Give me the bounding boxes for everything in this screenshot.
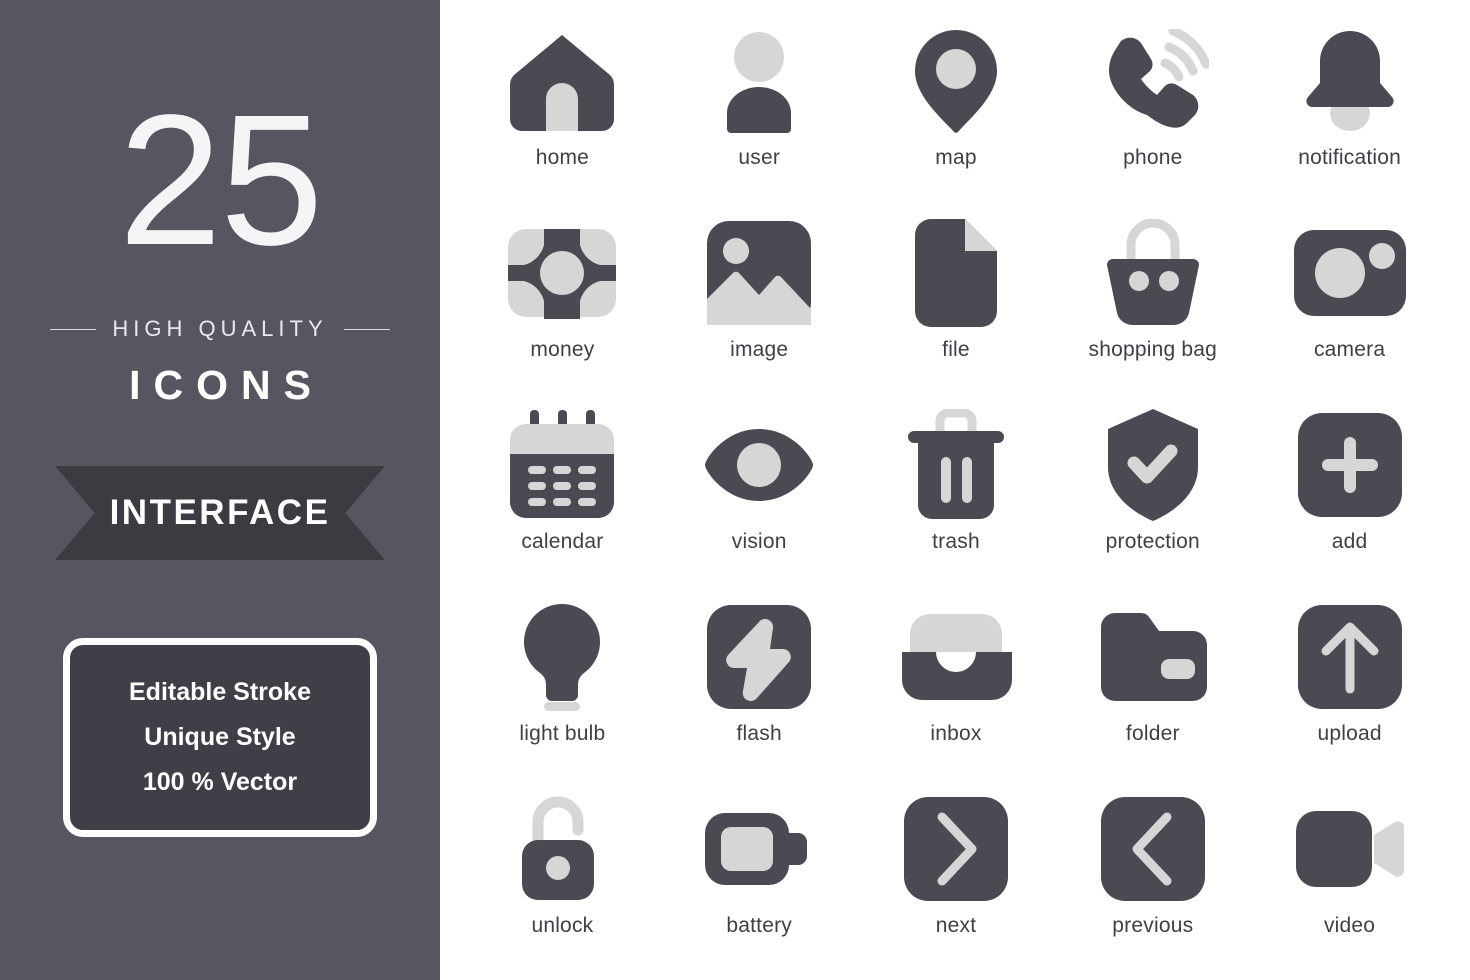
- interface-ribbon: INTERFACE: [55, 466, 385, 560]
- rule-left: [50, 328, 97, 330]
- icon-cell-battery[interactable]: battery: [661, 778, 858, 970]
- icon-cell-home[interactable]: home: [464, 10, 661, 202]
- ribbon-label: INTERFACE: [109, 493, 331, 532]
- map-icon[interactable]: [896, 26, 1016, 136]
- icon-cell-file[interactable]: file: [858, 202, 1055, 394]
- icon-cell-next[interactable]: next: [858, 778, 1055, 970]
- upload-icon[interactable]: [1290, 602, 1410, 712]
- home-icon[interactable]: [502, 26, 622, 136]
- icon-cell-flash[interactable]: flash: [661, 586, 858, 778]
- vision-icon[interactable]: [699, 410, 819, 520]
- icon-label: upload: [1317, 722, 1382, 745]
- promo-line-3: 100 % Vector: [142, 768, 298, 796]
- icon-cell-inbox[interactable]: inbox: [858, 586, 1055, 778]
- icon-label: camera: [1313, 338, 1386, 361]
- icon-cell-previous[interactable]: previous: [1054, 778, 1251, 970]
- tagline-row: HIGH QUALITY: [50, 316, 390, 342]
- rule-right: [343, 328, 390, 330]
- icon-cell-unlock[interactable]: unlock: [464, 778, 661, 970]
- next-icon[interactable]: [896, 794, 1016, 904]
- icon-label: map: [935, 146, 977, 169]
- icon-cell-add[interactable]: add: [1251, 394, 1448, 586]
- calendar-icon[interactable]: [502, 410, 622, 520]
- icon-cell-folder[interactable]: folder: [1054, 586, 1251, 778]
- folder-icon[interactable]: [1093, 602, 1213, 712]
- protection-icon[interactable]: [1093, 409, 1213, 521]
- trash-icon[interactable]: [896, 409, 1016, 520]
- icon-count: 25: [118, 77, 324, 284]
- user-icon[interactable]: [699, 26, 819, 136]
- icon-cell-shopping-bag[interactable]: shopping bag: [1054, 202, 1251, 394]
- icon-cell-notification[interactable]: notification: [1251, 10, 1448, 202]
- previous-icon[interactable]: [1093, 794, 1213, 904]
- icon-label: user: [738, 146, 781, 169]
- icon-label: video: [1323, 914, 1376, 937]
- unlock-icon[interactable]: [502, 794, 622, 904]
- camera-icon[interactable]: [1290, 218, 1410, 328]
- icon-label: light bulb: [519, 722, 606, 745]
- icon-cell-vision[interactable]: vision: [661, 394, 858, 586]
- icon-label: calendar: [521, 530, 604, 553]
- promo-box: Editable Stroke Unique Style 100 % Vecto…: [63, 638, 377, 837]
- icon-cell-upload[interactable]: upload: [1251, 586, 1448, 778]
- sidebar: 25 HIGH QUALITY ICONS INTERFACE Editable…: [0, 0, 440, 980]
- image-icon[interactable]: [699, 218, 819, 328]
- icon-grid: home user map phone notification money i…: [464, 10, 1448, 970]
- video-icon[interactable]: [1290, 794, 1410, 904]
- icon-set-page: 25 HIGH QUALITY ICONS INTERFACE Editable…: [0, 0, 1470, 980]
- inbox-icon[interactable]: [896, 602, 1016, 712]
- icon-cell-protection[interactable]: protection: [1054, 394, 1251, 586]
- icons-word: ICONS: [129, 362, 324, 408]
- light-bulb-icon[interactable]: [502, 602, 622, 712]
- icon-cell-image[interactable]: image: [661, 202, 858, 394]
- promo-line-2: Unique Style: [144, 723, 296, 751]
- icon-label: flash: [736, 722, 782, 745]
- icon-cell-camera[interactable]: camera: [1251, 202, 1448, 394]
- icon-cell-phone[interactable]: phone: [1054, 10, 1251, 202]
- icon-cell-map[interactable]: map: [858, 10, 1055, 202]
- icon-label: unlock: [531, 914, 594, 937]
- icon-label: money: [530, 338, 595, 361]
- icon-cell-light-bulb[interactable]: light bulb: [464, 586, 661, 778]
- icon-grid-panel: home user map phone notification money i…: [440, 0, 1470, 980]
- icon-label: vision: [731, 530, 787, 553]
- icon-label: home: [535, 146, 590, 169]
- add-icon[interactable]: [1290, 410, 1410, 520]
- phone-icon[interactable]: [1093, 26, 1213, 136]
- icon-label: image: [730, 338, 789, 361]
- icon-label: trash: [932, 530, 980, 553]
- notification-icon[interactable]: [1290, 26, 1410, 136]
- icon-label: next: [935, 914, 977, 937]
- shopping-bag-icon[interactable]: [1093, 218, 1213, 328]
- icon-label: shopping bag: [1088, 338, 1218, 361]
- icon-cell-user[interactable]: user: [661, 10, 858, 202]
- icon-label: protection: [1105, 530, 1200, 553]
- file-icon[interactable]: [896, 218, 1016, 328]
- icon-label: file: [942, 338, 970, 361]
- flash-icon[interactable]: [699, 602, 819, 712]
- icon-cell-money[interactable]: money: [464, 202, 661, 394]
- icon-cell-trash[interactable]: trash: [858, 394, 1055, 586]
- battery-icon[interactable]: [699, 794, 819, 904]
- promo-line-1: Editable Stroke: [129, 678, 311, 706]
- icon-label: inbox: [930, 722, 982, 745]
- icon-label: phone: [1123, 146, 1183, 169]
- money-icon[interactable]: [502, 218, 622, 328]
- icon-cell-calendar[interactable]: calendar: [464, 394, 661, 586]
- tagline-text: HIGH QUALITY: [112, 316, 328, 341]
- icon-label: folder: [1125, 722, 1180, 745]
- icon-label: battery: [726, 914, 792, 937]
- icon-label: notification: [1298, 146, 1401, 169]
- icon-cell-video[interactable]: video: [1251, 778, 1448, 970]
- icon-label: add: [1331, 530, 1368, 553]
- icon-label: previous: [1112, 914, 1194, 937]
